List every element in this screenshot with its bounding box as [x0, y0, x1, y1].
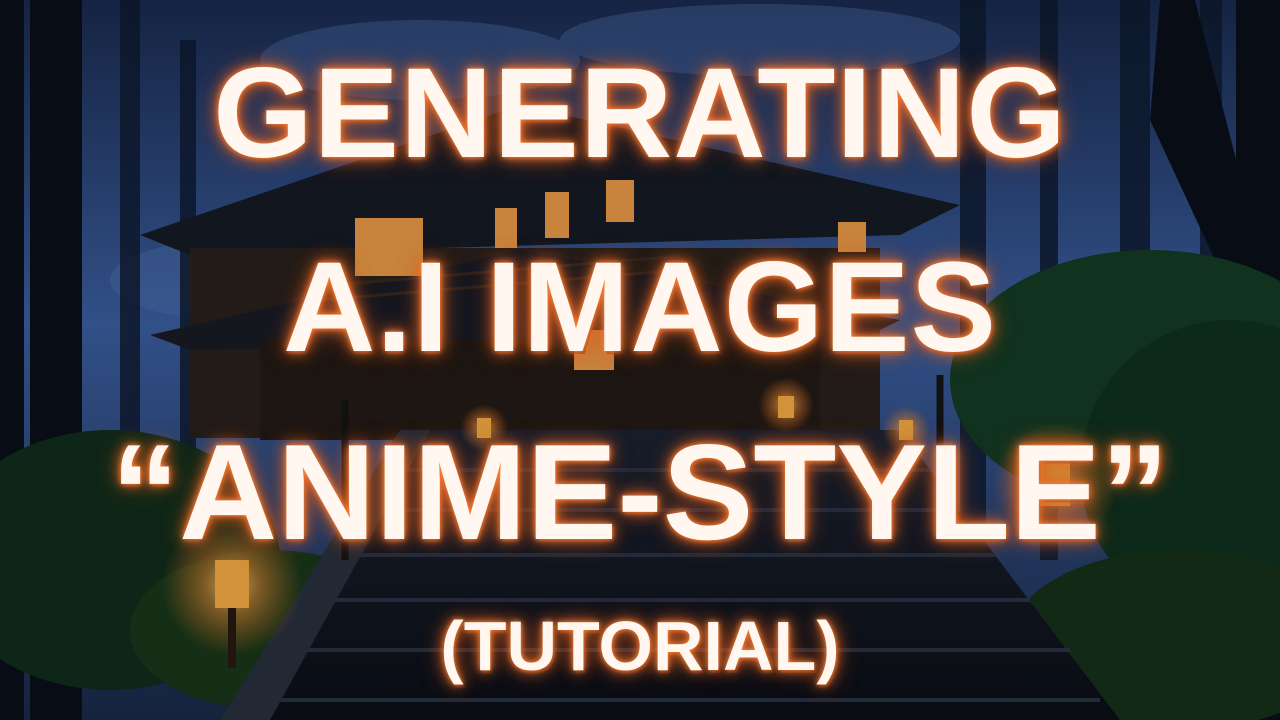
thumbnail: GENERATING A.I IMAGES “ANIME-STYLE” (TUT… [0, 0, 1280, 720]
title-line-1: GENERATING [213, 42, 1067, 185]
subtitle-tutorial: (TUTORIAL) [440, 607, 840, 685]
title-line-2: A.I IMAGES [282, 236, 998, 379]
title-line-3: “ANIME-STYLE” [111, 416, 1169, 568]
